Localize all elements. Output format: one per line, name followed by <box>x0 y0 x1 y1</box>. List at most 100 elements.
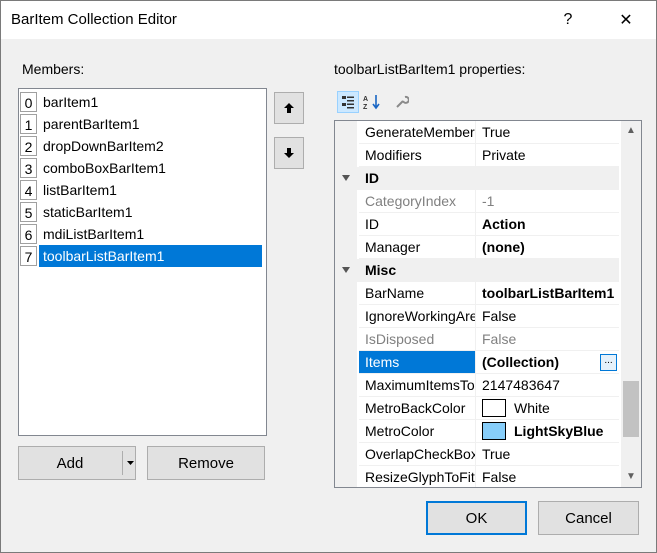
property-value[interactable]: 2147483647 <box>476 374 619 397</box>
list-item[interactable]: 7 toolbarListBarItem1 <box>19 245 266 267</box>
wrench-glyph <box>396 95 409 108</box>
help-button[interactable]: ? <box>545 1 591 39</box>
ellipsis-button[interactable]: ... <box>600 354 617 371</box>
member-name: toolbarListBarItem1 <box>39 245 262 267</box>
property-value[interactable]: Action <box>476 213 619 236</box>
property-row[interactable]: Items (Collection)... <box>335 351 619 374</box>
property-row[interactable]: Modifiers Private <box>335 144 619 167</box>
alphabetical-glyph: A Z <box>363 95 380 110</box>
add-button[interactable]: Add <box>18 446 136 480</box>
row-gutter <box>335 236 357 259</box>
property-name: MetroBackColor <box>359 397 475 420</box>
svg-text:Z: Z <box>363 104 368 110</box>
row-gutter <box>335 282 357 305</box>
member-index: 1 <box>20 114 37 134</box>
row-gutter <box>335 305 357 328</box>
property-value-text: False <box>482 308 517 324</box>
property-row[interactable]: BarName toolbarListBarItem1 <box>335 282 619 305</box>
property-value[interactable]: White <box>476 397 619 420</box>
list-item[interactable]: 4 listBarItem1 <box>19 179 266 201</box>
property-row[interactable]: MaximumItemsToShow 2147483647 <box>335 374 619 397</box>
property-value[interactable]: True <box>476 121 619 144</box>
category-label: Misc <box>365 262 397 278</box>
chevron-down-icon[interactable] <box>127 461 134 465</box>
property-value-text: True <box>482 446 511 462</box>
property-value[interactable]: Private <box>476 144 619 167</box>
member-name: listBarItem1 <box>43 182 117 198</box>
property-pages-icon[interactable] <box>391 91 413 113</box>
property-value[interactable]: LightSkyBlue <box>476 420 619 443</box>
collapse-icon[interactable] <box>342 175 350 181</box>
member-index: 6 <box>20 224 37 244</box>
member-index: 2 <box>20 136 37 156</box>
property-row[interactable]: Manager (none) <box>335 236 619 259</box>
member-name: mdiListBarItem1 <box>43 226 145 242</box>
scroll-up-arrow[interactable]: ▲ <box>621 121 641 139</box>
property-value[interactable]: -1 <box>476 190 619 213</box>
property-value-text: Private <box>482 147 526 163</box>
property-value[interactable]: False <box>476 328 619 351</box>
scroll-down-arrow[interactable]: ▼ <box>621 467 641 485</box>
property-value[interactable]: True <box>476 443 619 466</box>
categorized-icon[interactable] <box>337 91 359 113</box>
property-value[interactable]: False <box>476 305 619 328</box>
property-value-text: (Collection) <box>482 354 559 370</box>
property-value-text: -1 <box>482 193 495 209</box>
property-grid[interactable]: GenerateMember True Modifiers Private ID Cate… <box>334 120 642 488</box>
alphabetical-icon[interactable]: A Z <box>361 91 383 113</box>
property-value[interactable]: (none) <box>476 236 619 259</box>
row-gutter <box>335 121 357 144</box>
property-grid-scrollbar[interactable]: ▲ ▼ <box>621 121 641 487</box>
scroll-thumb[interactable] <box>623 381 639 437</box>
arrow-down-icon <box>284 148 294 158</box>
member-index: 0 <box>20 92 37 112</box>
property-value-text: False <box>482 331 517 347</box>
list-item[interactable]: 5 staticBarItem1 <box>19 201 266 223</box>
row-gutter <box>335 374 357 397</box>
ok-button[interactable]: OK <box>426 501 527 535</box>
property-row[interactable]: GenerateMember True <box>335 121 619 144</box>
collapse-icon[interactable] <box>342 267 350 273</box>
member-name: barItem1 <box>43 94 99 110</box>
property-value-text: toolbarListBarItem1 <box>482 285 615 301</box>
property-row[interactable]: MetroBackColor White <box>335 397 619 420</box>
property-row[interactable]: MetroColor LightSkyBlue <box>335 420 619 443</box>
member-name: parentBarItem1 <box>43 116 140 132</box>
property-name: IsDisposed <box>359 328 475 351</box>
property-row[interactable]: IsDisposed False <box>335 328 619 351</box>
property-value-text: 2147483647 <box>482 377 560 393</box>
property-value-text: (none) <box>482 239 525 255</box>
svg-text:A: A <box>363 96 368 103</box>
list-item[interactable]: 0 barItem1 <box>19 91 266 113</box>
member-index: 7 <box>20 246 37 266</box>
list-item[interactable]: 1 parentBarItem1 <box>19 113 266 135</box>
property-value[interactable]: (Collection) <box>476 351 619 374</box>
cancel-button[interactable]: Cancel <box>538 501 639 535</box>
title-bar: BarItem Collection Editor ? ✕ <box>1 1 656 39</box>
property-row[interactable]: CategoryIndex -1 <box>335 190 619 213</box>
members-list[interactable]: 0 barItem1 1 parentBarItem1 2 dropDownBarItem… <box>18 88 267 436</box>
category-row[interactable]: ID <box>335 167 619 190</box>
properties-label: toolbarListBarItem1 properties: <box>334 61 526 77</box>
list-item[interactable]: 2 dropDownBarItem2 <box>19 135 266 157</box>
move-down-button[interactable] <box>274 137 304 169</box>
row-gutter <box>335 213 357 236</box>
property-value-text: True <box>482 124 511 140</box>
member-name: comboBoxBarItem1 <box>43 160 166 176</box>
row-gutter <box>335 397 357 420</box>
remove-button[interactable]: Remove <box>147 446 265 480</box>
row-gutter <box>335 144 357 167</box>
property-row[interactable]: OverlapCheckBox True <box>335 443 619 466</box>
category-row[interactable]: Misc <box>335 259 619 282</box>
member-name: dropDownBarItem2 <box>43 138 164 154</box>
property-row[interactable]: ResizeGlyphToFit False <box>335 466 619 487</box>
property-row[interactable]: IgnoreWorkingArea False <box>335 305 619 328</box>
property-name: BarName <box>359 282 475 305</box>
move-up-button[interactable] <box>274 92 304 124</box>
property-row[interactable]: ID Action <box>335 213 619 236</box>
close-button[interactable]: ✕ <box>603 1 649 39</box>
property-value[interactable]: False <box>476 466 619 487</box>
list-item[interactable]: 6 mdiListBarItem1 <box>19 223 266 245</box>
property-value[interactable]: toolbarListBarItem1 <box>476 282 619 305</box>
list-item[interactable]: 3 comboBoxBarItem1 <box>19 157 266 179</box>
